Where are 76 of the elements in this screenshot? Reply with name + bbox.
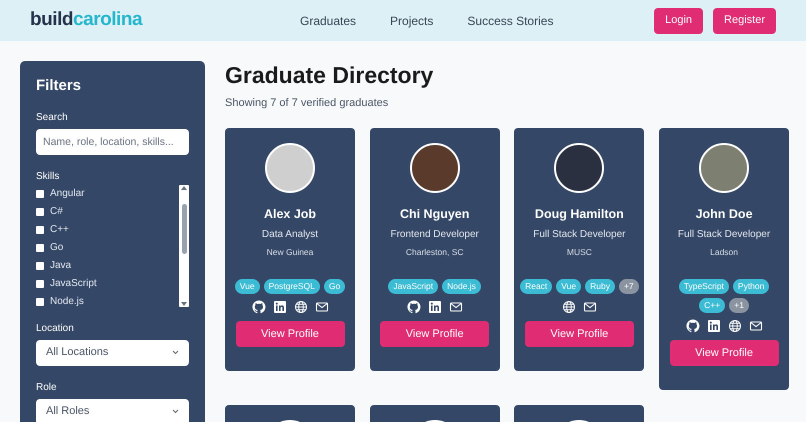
view-profile-button[interactable]: View Profile: [524, 321, 634, 347]
header-button[interactable]: Login: [654, 8, 704, 34]
checkbox[interactable]: [36, 208, 44, 216]
skill-tag: Ruby: [585, 279, 615, 294]
skill-option-label[interactable]: JavaScript: [50, 276, 97, 291]
skills-label: Skills: [36, 170, 60, 184]
graduate-location: New Guinea: [266, 246, 314, 259]
globe-icon[interactable]: [294, 300, 308, 314]
github-icon[interactable]: [252, 300, 266, 314]
envelope-icon[interactable]: [582, 300, 597, 314]
graduate-name: Doug Hamilton: [534, 206, 624, 223]
github-icon[interactable]: [686, 319, 700, 333]
skill-tag: Vue: [556, 279, 582, 294]
photo-placeholder: [265, 142, 315, 192]
envelope-icon[interactable]: [448, 300, 463, 314]
checkbox[interactable]: [36, 280, 44, 288]
skill-tag: React: [520, 279, 552, 294]
graduate-role: Full Stack Developer: [678, 228, 770, 242]
view-profile-button[interactable]: View Profile: [380, 321, 490, 347]
skill-tag: JavaScript: [388, 279, 438, 294]
skill-tag: TypeScript: [678, 279, 729, 294]
globe-icon[interactable]: [728, 319, 742, 333]
linkedin-icon[interactable]: [428, 300, 442, 314]
skill-tag: Node.js: [442, 279, 481, 294]
graduate-name: John Doe: [696, 206, 753, 222]
view-profile-button[interactable]: View Profile: [236, 321, 344, 347]
location-label: Location: [36, 322, 75, 336]
graduate-name: Chi Nguyen: [400, 206, 470, 223]
skill-option-label[interactable]: C++: [50, 222, 69, 237]
skill-option-label[interactable]: Node.js: [50, 294, 84, 306]
graduate-location: MUSC: [566, 246, 592, 259]
envelope-icon[interactable]: [748, 319, 763, 333]
skill-tag: Vue: [234, 279, 260, 294]
scrollbar[interactable]: [179, 184, 189, 306]
graduate-role: Data Analyst: [262, 228, 318, 242]
nav-link[interactable]: Graduates: [300, 12, 356, 30]
skill-option-label[interactable]: Angular: [50, 186, 84, 201]
filters-title: Filters: [36, 76, 82, 96]
checkbox[interactable]: [36, 226, 44, 234]
chevron-down-icon: [172, 350, 179, 355]
skill-option-label[interactable]: Go: [50, 240, 64, 255]
checkbox[interactable]: [36, 262, 44, 270]
page-title: Graduate Directory: [225, 61, 434, 89]
header-button[interactable]: Register: [713, 8, 776, 34]
chevron-down-icon: [172, 409, 179, 414]
location-select[interactable]: All Locations: [36, 340, 189, 366]
graduate-role: Full Stack Developer: [533, 228, 626, 242]
logo[interactable]: buildcarolina: [30, 9, 142, 30]
graduate-location: Ladson: [710, 246, 738, 259]
skill-tag: PostgreSQL: [264, 279, 320, 294]
linkedin-icon[interactable]: [272, 300, 286, 314]
skill-tag: C++: [699, 298, 726, 313]
skill-option-label[interactable]: C#: [50, 204, 63, 219]
checkbox[interactable]: [36, 244, 44, 252]
role-select[interactable]: All Roles: [36, 398, 189, 422]
view-profile-button[interactable]: View Profile: [670, 340, 779, 366]
role-label: Role: [36, 380, 58, 394]
github-icon[interactable]: [406, 300, 421, 314]
nav-link[interactable]: Success Stories: [467, 12, 554, 30]
checkbox[interactable]: [36, 298, 44, 306]
linkedin-icon[interactable]: [706, 319, 721, 333]
graduate-role: Frontend Developer: [390, 228, 479, 242]
envelope-icon[interactable]: [314, 300, 328, 314]
skill-option-label[interactable]: Java: [50, 258, 72, 273]
skill-tag: Python: [732, 279, 770, 294]
checkbox[interactable]: [36, 190, 44, 198]
skill-tag: Go: [324, 279, 346, 294]
search-label: Search: [36, 110, 69, 124]
nav-link[interactable]: Projects: [390, 12, 434, 30]
search-field[interactable]: Name, role, location, skills...: [36, 128, 189, 154]
results-summary: Showing 7 of 7 verified graduates: [225, 96, 390, 111]
globe-icon[interactable]: [562, 300, 576, 314]
more-skills-badge: +1: [729, 298, 749, 313]
graduate-location: Charleston, SC: [406, 246, 464, 259]
more-skills-badge: +7: [618, 279, 639, 294]
graduate-name: Alex Job: [264, 206, 316, 222]
